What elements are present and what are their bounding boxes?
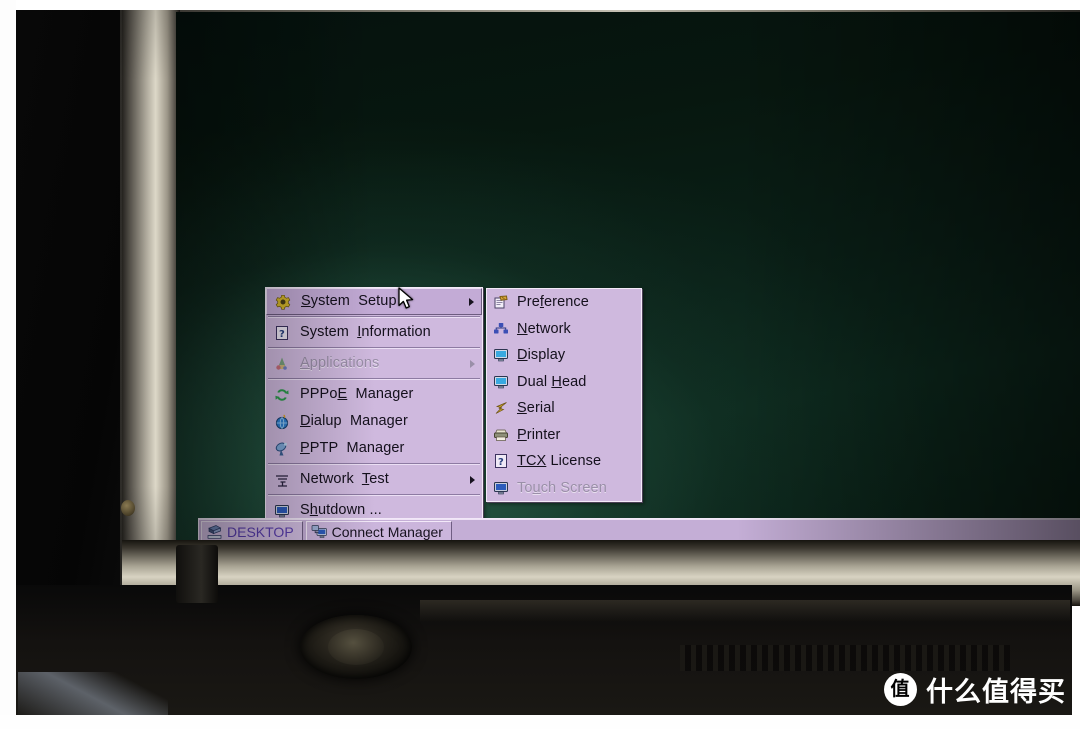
svg-text:?: ? bbox=[498, 457, 504, 468]
submenu-item-label: Touch Screen bbox=[517, 479, 607, 496]
submenu-arrow-icon bbox=[470, 359, 475, 368]
start-menu[interactable]: System Setup ? System Information Applic… bbox=[265, 287, 483, 525]
bezel-screw bbox=[121, 500, 135, 516]
submenu-item-label: Preference bbox=[517, 294, 589, 310]
submenu-arrow-icon bbox=[470, 475, 475, 484]
pppoe-icon bbox=[274, 387, 290, 403]
gear-icon bbox=[275, 294, 291, 310]
menu-item-label: Dialup Manager bbox=[300, 413, 408, 429]
menu-item-network-test[interactable]: Network Test bbox=[266, 466, 482, 493]
submenu-item-label: Serial bbox=[517, 400, 555, 416]
submenu-arrow-icon bbox=[469, 297, 474, 306]
question-box-icon: ? bbox=[493, 453, 509, 469]
applications-icon bbox=[274, 356, 290, 372]
menu-separator bbox=[268, 347, 480, 349]
menu-separator bbox=[268, 463, 480, 465]
connect-manager-icon bbox=[311, 525, 327, 538]
photo-edge-top bbox=[0, 0, 1080, 10]
menu-separator bbox=[268, 378, 480, 380]
touch-screen-icon bbox=[493, 480, 509, 496]
desk-reflection bbox=[18, 672, 168, 718]
submenu-item-serial[interactable]: Serial bbox=[487, 395, 641, 422]
menu-item-system-setup[interactable]: System Setup bbox=[266, 288, 482, 315]
menu-item-label: Shutdown ... bbox=[300, 502, 382, 518]
submenu-item-label: Network bbox=[517, 320, 571, 337]
svg-text:?: ? bbox=[279, 328, 285, 339]
system-setup-submenu[interactable]: Preference Network Display Dual Head Ser… bbox=[486, 288, 642, 502]
submenu-item-preference[interactable]: Preference bbox=[487, 289, 641, 316]
menu-separator bbox=[268, 494, 480, 496]
photo-edge-left bbox=[0, 0, 16, 729]
hinge-tab bbox=[176, 545, 218, 603]
display-monitor-icon bbox=[493, 347, 509, 363]
preference-clipboard-icon bbox=[493, 294, 509, 310]
taskbar-button-label: DESKTOP bbox=[227, 524, 294, 540]
menu-item-label: Network Test bbox=[300, 471, 389, 487]
taskbar-button-label: Connect Manager bbox=[331, 524, 443, 540]
speaker-grille bbox=[300, 615, 412, 679]
submenu-item-display[interactable]: Display bbox=[487, 342, 641, 369]
watermark-text: 什么值得买 bbox=[926, 677, 1066, 708]
menu-item-label: PPTP Manager bbox=[300, 440, 405, 456]
submenu-item-printer[interactable]: Printer bbox=[487, 422, 641, 449]
network-test-icon bbox=[274, 472, 290, 488]
vent-grille bbox=[680, 645, 1010, 671]
menu-item-label: Applications bbox=[300, 355, 380, 371]
menu-item-pppoe-manager[interactable]: PPPoE Manager bbox=[266, 381, 482, 408]
menu-item-pptp-manager[interactable]: PPTP Manager bbox=[266, 435, 482, 462]
photograph: System Setup ? System Information Applic… bbox=[0, 0, 1080, 729]
dual-head-monitor-icon bbox=[493, 374, 509, 390]
menu-item-dialup-manager[interactable]: Dialup Manager bbox=[266, 408, 482, 435]
desktop-icon bbox=[207, 525, 222, 539]
watermark: 值 什么值得买 bbox=[884, 670, 1066, 709]
menu-item-applications[interactable]: Applications bbox=[266, 350, 482, 377]
submenu-item-label: Dual Head bbox=[517, 373, 587, 390]
question-box-icon: ? bbox=[274, 325, 290, 341]
monitor-icon bbox=[274, 503, 290, 519]
chassis-lower-sheen bbox=[420, 600, 1070, 622]
network-icon bbox=[493, 321, 509, 337]
submenu-item-tcx-license[interactable]: ? TCX License bbox=[487, 448, 641, 475]
menu-item-system-information[interactable]: ? System Information bbox=[266, 319, 482, 346]
submenu-item-network[interactable]: Network bbox=[487, 316, 641, 343]
submenu-item-label: TCX License bbox=[517, 453, 602, 469]
serial-port-icon bbox=[493, 400, 509, 416]
mouse-cursor-icon bbox=[398, 287, 414, 309]
pptp-dish-icon bbox=[274, 441, 290, 457]
menu-separator bbox=[268, 316, 480, 318]
submenu-item-dual-head[interactable]: Dual Head bbox=[487, 369, 641, 396]
printer-icon bbox=[493, 427, 509, 443]
menu-item-label: PPPoE Manager bbox=[300, 386, 414, 402]
watermark-badge: 值 bbox=[884, 673, 917, 706]
dialup-globe-icon bbox=[274, 413, 290, 430]
menu-item-label: System Information bbox=[300, 324, 431, 340]
submenu-item-label: Display bbox=[517, 347, 566, 363]
submenu-item-touch-screen[interactable]: Touch Screen bbox=[487, 475, 641, 502]
menu-item-label: System Setup bbox=[301, 293, 397, 309]
photo-edge-bottom bbox=[0, 715, 1080, 729]
submenu-item-label: Printer bbox=[517, 426, 561, 443]
